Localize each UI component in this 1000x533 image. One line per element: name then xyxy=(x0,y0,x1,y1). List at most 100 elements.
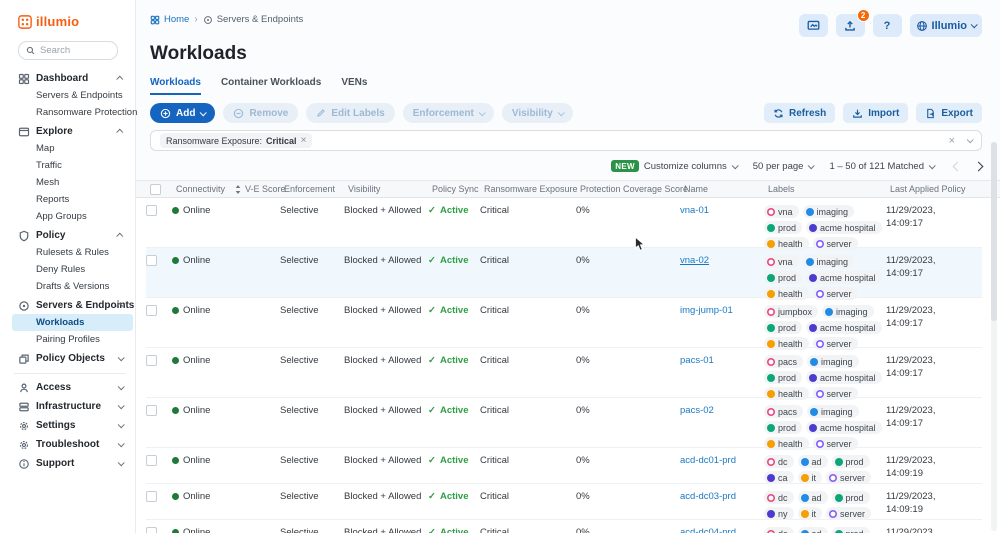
row-checkbox[interactable] xyxy=(146,455,157,466)
remove-button[interactable]: Remove xyxy=(223,103,298,123)
label-pill-prod[interactable]: prod xyxy=(764,421,802,434)
label-pill-acme-hospital[interactable]: acme hospital xyxy=(806,321,882,334)
label-pill-jumpbox[interactable]: jumpbox xyxy=(764,305,818,318)
filter-chip[interactable]: Ransomware Exposure: Critical × xyxy=(160,133,312,148)
workload-name-link[interactable]: img-jump-01 xyxy=(680,305,733,316)
workload-name-link[interactable]: vna-02 xyxy=(680,255,709,266)
row-checkbox[interactable] xyxy=(146,255,157,266)
import-button[interactable]: Import xyxy=(843,103,908,123)
sidebar-item-settings[interactable]: Settings xyxy=(18,417,131,434)
workload-name-link[interactable]: acd-dc04-prd xyxy=(680,527,736,533)
export-button[interactable]: Export xyxy=(916,103,982,123)
column-header-labels[interactable]: Labels xyxy=(768,184,890,194)
add-button[interactable]: Add xyxy=(150,103,215,123)
label-pill-pacs[interactable]: pacs xyxy=(764,355,803,368)
column-header-visibility[interactable]: Visibility xyxy=(348,184,432,194)
row-checkbox[interactable] xyxy=(146,355,157,366)
label-pill-imaging[interactable]: imaging xyxy=(822,305,874,318)
refresh-button[interactable]: Refresh xyxy=(764,103,835,123)
label-pill-ca[interactable]: ca xyxy=(764,471,794,484)
table-row[interactable]: Online Selective Blocked + Allowed ✓Acti… xyxy=(146,398,982,448)
customize-columns-dropdown[interactable]: NEW Customize columns xyxy=(611,160,736,172)
edit-labels-button[interactable]: Edit Labels xyxy=(306,103,394,123)
label-pill-prod[interactable]: prod xyxy=(764,321,802,334)
label-pill-dc[interactable]: dc xyxy=(764,455,794,468)
label-pill-prod[interactable]: prod xyxy=(764,371,802,384)
account-menu-button[interactable]: Illumio xyxy=(910,14,982,37)
label-pill-dc[interactable]: dc xyxy=(764,527,794,533)
label-pill-prod[interactable]: prod xyxy=(764,221,802,234)
sidebar-item-policy[interactable]: Policy xyxy=(18,227,131,244)
table-row[interactable]: Online Selective Blocked + Allowed ✓Acti… xyxy=(146,248,982,298)
sidebar-item-troubleshoot[interactable]: Troubleshoot xyxy=(18,436,131,453)
label-pill-imaging[interactable]: imaging xyxy=(807,355,859,368)
upload-button[interactable]: 2 xyxy=(836,14,865,37)
label-pill-prod[interactable]: prod xyxy=(832,455,870,468)
label-pill-imaging[interactable]: imaging xyxy=(807,405,859,418)
scrollbar-thumb[interactable] xyxy=(991,142,997,321)
visibility-dropdown[interactable]: Visibility xyxy=(502,103,573,123)
search-input[interactable]: Search xyxy=(18,41,118,60)
next-page-button[interactable] xyxy=(974,161,984,171)
sidebar-item-drafts-versions[interactable]: Drafts & Versions xyxy=(18,278,131,295)
label-pill-server[interactable]: server xyxy=(813,387,858,400)
sidebar-item-ransomware-protection[interactable]: Ransomware Protection xyxy=(18,104,131,121)
table-row[interactable]: Online Selective Blocked + Allowed ✓Acti… xyxy=(146,198,982,248)
label-pill-acme-hospital[interactable]: acme hospital xyxy=(806,421,882,434)
label-pill-health[interactable]: health xyxy=(764,337,809,350)
column-header-last-applied-policy[interactable]: Last Applied Policy xyxy=(890,184,972,194)
row-checkbox[interactable] xyxy=(146,527,157,533)
row-checkbox[interactable] xyxy=(146,305,157,316)
label-pill-it[interactable]: it xyxy=(798,507,823,520)
label-pill-imaging[interactable]: imaging xyxy=(803,205,855,218)
label-pill-vna[interactable]: vna xyxy=(764,255,799,268)
sidebar-item-pairing-profiles[interactable]: Pairing Profiles xyxy=(18,331,131,348)
label-pill-health[interactable]: health xyxy=(764,237,809,250)
table-row[interactable]: Online Selective Blocked + Allowed ✓Acti… xyxy=(146,348,982,398)
clear-filters-icon[interactable]: × xyxy=(949,135,955,147)
table-row[interactable]: Online Selective Blocked + Allowed ✓Acti… xyxy=(146,448,982,484)
chevron-down-icon[interactable] xyxy=(967,136,974,143)
enforcement-dropdown[interactable]: Enforcement xyxy=(403,103,494,123)
label-pill-prod[interactable]: prod xyxy=(832,491,870,504)
table-row[interactable]: Online Selective Blocked + Allowed ✓Acti… xyxy=(146,520,982,533)
label-pill-server[interactable]: server xyxy=(826,507,871,520)
label-pill-server[interactable]: server xyxy=(813,237,858,250)
label-pill-acme-hospital[interactable]: acme hospital xyxy=(806,371,882,384)
sidebar-item-dashboard[interactable]: Dashboard xyxy=(18,70,131,87)
column-header-connectivity[interactable]: Connectivity xyxy=(176,184,234,194)
label-pill-prod[interactable]: prod xyxy=(764,271,802,284)
sidebar-item-traffic[interactable]: Traffic xyxy=(18,157,131,174)
row-checkbox[interactable] xyxy=(146,205,157,216)
remove-filter-icon[interactable]: × xyxy=(301,136,307,146)
label-pill-ad[interactable]: ad xyxy=(798,491,828,504)
sidebar-item-deny-rules[interactable]: Deny Rules xyxy=(18,261,131,278)
tab-vens[interactable]: VENs xyxy=(341,77,367,95)
column-header-protection-coverage-score[interactable]: Protection Coverage Score xyxy=(580,184,684,194)
label-pill-it[interactable]: it xyxy=(798,471,823,484)
table-row[interactable]: Online Selective Blocked + Allowed ✓Acti… xyxy=(146,484,982,520)
sidebar-item-app-groups[interactable]: App Groups xyxy=(18,208,131,225)
workload-name-link[interactable]: acd-dc03-prd xyxy=(680,491,736,502)
label-pill-server[interactable]: server xyxy=(826,471,871,484)
sidebar-item-workloads[interactable]: Workloads xyxy=(12,314,133,331)
label-pill-ny[interactable]: ny xyxy=(764,507,794,520)
label-pill-vna[interactable]: vna xyxy=(764,205,799,218)
workload-name-link[interactable]: acd-dc01-prd xyxy=(680,455,736,466)
sidebar-item-reports[interactable]: Reports xyxy=(18,191,131,208)
console-button[interactable] xyxy=(799,14,828,37)
column-header-name[interactable]: Name xyxy=(684,184,768,194)
sidebar-item-infrastructure[interactable]: Infrastructure xyxy=(18,398,131,415)
label-pill-ad[interactable]: ad xyxy=(798,455,828,468)
label-pill-pacs[interactable]: pacs xyxy=(764,405,803,418)
sidebar-item-servers-endpoints[interactable]: Servers & Endpoints xyxy=(18,297,131,314)
tab-workloads[interactable]: Workloads xyxy=(150,77,201,95)
label-pill-acme-hospital[interactable]: acme hospital xyxy=(806,221,882,234)
select-all-checkbox[interactable] xyxy=(150,184,161,195)
label-pill-prod[interactable]: prod xyxy=(832,527,870,533)
tab-container-workloads[interactable]: Container Workloads xyxy=(221,77,321,95)
sidebar-item-access[interactable]: Access xyxy=(18,379,131,396)
help-button[interactable]: ? xyxy=(873,14,902,37)
sidebar-item-support[interactable]: Support xyxy=(18,455,131,472)
table-row[interactable]: Online Selective Blocked + Allowed ✓Acti… xyxy=(146,298,982,348)
